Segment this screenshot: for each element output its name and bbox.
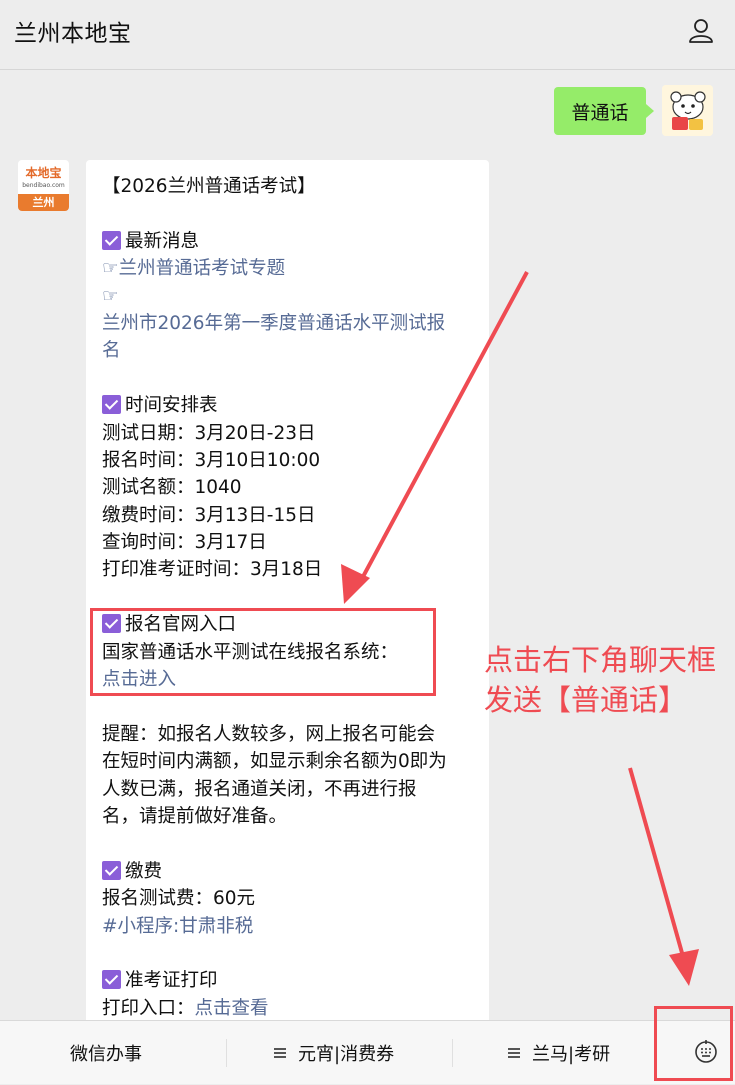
arrow-line <box>628 767 686 961</box>
arrow-line <box>356 271 529 587</box>
annotation-arrows <box>341 271 699 986</box>
annotation-line: 点击右下角聊天框 <box>484 643 717 677</box>
menu-item-wechat-services[interactable]: 微信办事 <box>70 1021 142 1085</box>
bottom-menu-bar: 微信办事 元宵|消费券 兰马|考研 <box>0 1020 735 1084</box>
annotation-line: 发送【普通话】 <box>484 683 688 717</box>
arrow-head <box>669 949 699 986</box>
menu-list-icon <box>274 1048 286 1058</box>
menu-list-icon <box>508 1048 520 1058</box>
keyboard-icon[interactable] <box>694 1040 718 1064</box>
menu-item-marathon-exam[interactable]: 兰马|考研 <box>508 1021 610 1085</box>
menu-item-lantern-coupons[interactable]: 元宵|消费券 <box>274 1021 394 1085</box>
annotation-text: 点击右下角聊天框 发送【普通话】 <box>484 640 716 720</box>
